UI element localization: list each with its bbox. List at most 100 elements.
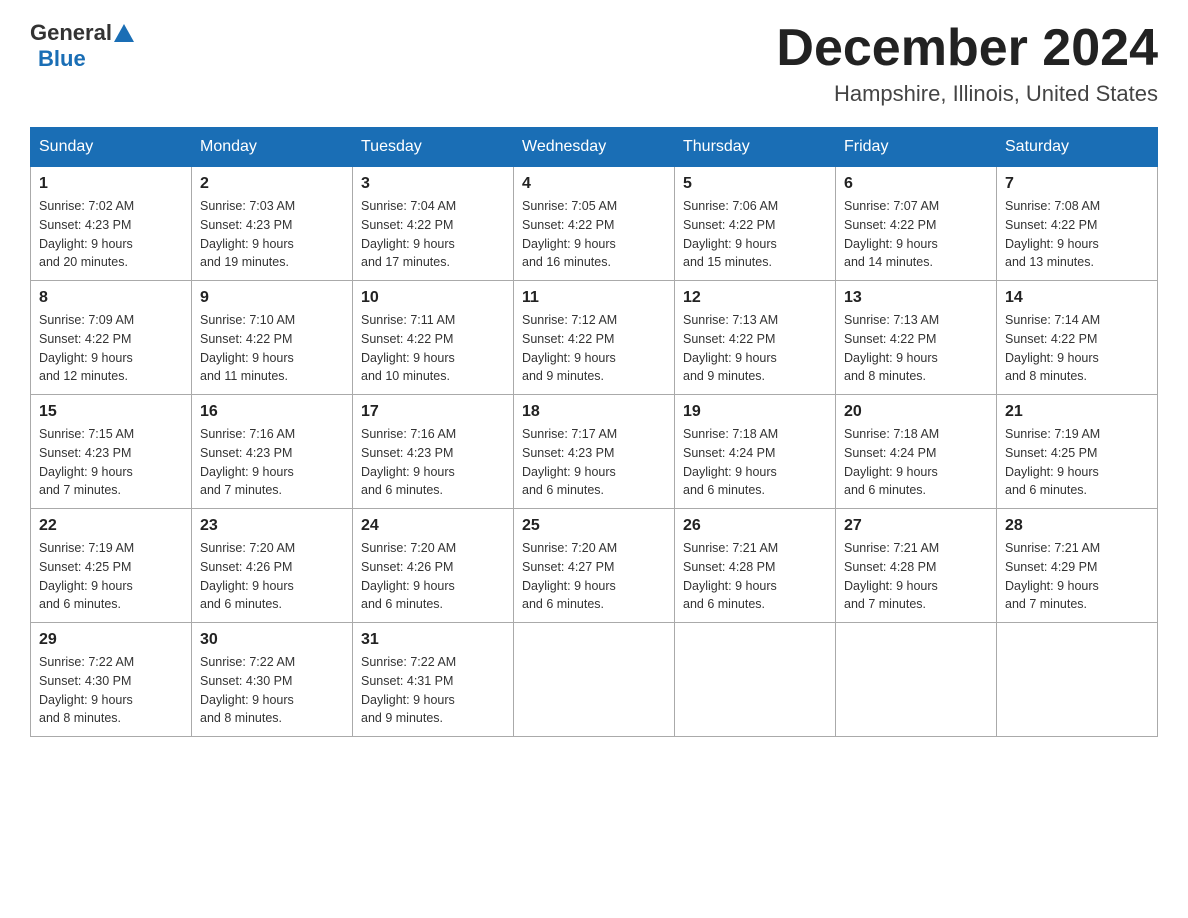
day-number: 6 [844, 175, 988, 193]
day-info: Sunrise: 7:05 AMSunset: 4:22 PMDaylight:… [522, 199, 617, 269]
day-info: Sunrise: 7:22 AMSunset: 4:31 PMDaylight:… [361, 655, 456, 725]
table-row: 27 Sunrise: 7:21 AMSunset: 4:28 PMDaylig… [836, 509, 997, 623]
table-row [514, 623, 675, 737]
calendar-week-row: 29 Sunrise: 7:22 AMSunset: 4:30 PMDaylig… [31, 623, 1158, 737]
day-info: Sunrise: 7:07 AMSunset: 4:22 PMDaylight:… [844, 199, 939, 269]
day-number: 30 [200, 631, 344, 649]
day-number: 5 [683, 175, 827, 193]
day-number: 25 [522, 517, 666, 535]
day-info: Sunrise: 7:21 AMSunset: 4:29 PMDaylight:… [1005, 541, 1100, 611]
table-row: 30 Sunrise: 7:22 AMSunset: 4:30 PMDaylig… [192, 623, 353, 737]
calendar-week-row: 22 Sunrise: 7:19 AMSunset: 4:25 PMDaylig… [31, 509, 1158, 623]
table-row: 1 Sunrise: 7:02 AMSunset: 4:23 PMDayligh… [31, 167, 192, 281]
table-row: 26 Sunrise: 7:21 AMSunset: 4:28 PMDaylig… [675, 509, 836, 623]
day-number: 28 [1005, 517, 1149, 535]
day-info: Sunrise: 7:12 AMSunset: 4:22 PMDaylight:… [522, 313, 617, 383]
col-friday: Friday [836, 128, 997, 167]
table-row: 11 Sunrise: 7:12 AMSunset: 4:22 PMDaylig… [514, 281, 675, 395]
table-row: 2 Sunrise: 7:03 AMSunset: 4:23 PMDayligh… [192, 167, 353, 281]
day-number: 2 [200, 175, 344, 193]
table-row: 31 Sunrise: 7:22 AMSunset: 4:31 PMDaylig… [353, 623, 514, 737]
table-row: 25 Sunrise: 7:20 AMSunset: 4:27 PMDaylig… [514, 509, 675, 623]
table-row: 7 Sunrise: 7:08 AMSunset: 4:22 PMDayligh… [997, 167, 1158, 281]
table-row: 15 Sunrise: 7:15 AMSunset: 4:23 PMDaylig… [31, 395, 192, 509]
table-row: 20 Sunrise: 7:18 AMSunset: 4:24 PMDaylig… [836, 395, 997, 509]
col-monday: Monday [192, 128, 353, 167]
day-info: Sunrise: 7:09 AMSunset: 4:22 PMDaylight:… [39, 313, 134, 383]
location: Hampshire, Illinois, United States [776, 81, 1158, 107]
table-row: 12 Sunrise: 7:13 AMSunset: 4:22 PMDaylig… [675, 281, 836, 395]
table-row: 22 Sunrise: 7:19 AMSunset: 4:25 PMDaylig… [31, 509, 192, 623]
calendar-week-row: 15 Sunrise: 7:15 AMSunset: 4:23 PMDaylig… [31, 395, 1158, 509]
table-row: 8 Sunrise: 7:09 AMSunset: 4:22 PMDayligh… [31, 281, 192, 395]
table-row [675, 623, 836, 737]
month-title: December 2024 [776, 20, 1158, 77]
day-info: Sunrise: 7:18 AMSunset: 4:24 PMDaylight:… [844, 427, 939, 497]
day-number: 7 [1005, 175, 1149, 193]
day-info: Sunrise: 7:06 AMSunset: 4:22 PMDaylight:… [683, 199, 778, 269]
table-row: 28 Sunrise: 7:21 AMSunset: 4:29 PMDaylig… [997, 509, 1158, 623]
day-number: 3 [361, 175, 505, 193]
day-number: 12 [683, 289, 827, 307]
day-info: Sunrise: 7:21 AMSunset: 4:28 PMDaylight:… [844, 541, 939, 611]
day-number: 8 [39, 289, 183, 307]
table-row: 17 Sunrise: 7:16 AMSunset: 4:23 PMDaylig… [353, 395, 514, 509]
table-row: 6 Sunrise: 7:07 AMSunset: 4:22 PMDayligh… [836, 167, 997, 281]
table-row: 3 Sunrise: 7:04 AMSunset: 4:22 PMDayligh… [353, 167, 514, 281]
day-info: Sunrise: 7:20 AMSunset: 4:26 PMDaylight:… [361, 541, 456, 611]
col-sunday: Sunday [31, 128, 192, 167]
day-info: Sunrise: 7:02 AMSunset: 4:23 PMDaylight:… [39, 199, 134, 269]
page-header: General Blue December 2024 Hampshire, Il… [30, 20, 1158, 107]
day-number: 4 [522, 175, 666, 193]
table-row: 10 Sunrise: 7:11 AMSunset: 4:22 PMDaylig… [353, 281, 514, 395]
day-info: Sunrise: 7:04 AMSunset: 4:22 PMDaylight:… [361, 199, 456, 269]
day-info: Sunrise: 7:19 AMSunset: 4:25 PMDaylight:… [39, 541, 134, 611]
table-row: 19 Sunrise: 7:18 AMSunset: 4:24 PMDaylig… [675, 395, 836, 509]
day-info: Sunrise: 7:11 AMSunset: 4:22 PMDaylight:… [361, 313, 455, 383]
table-row: 29 Sunrise: 7:22 AMSunset: 4:30 PMDaylig… [31, 623, 192, 737]
day-number: 24 [361, 517, 505, 535]
day-info: Sunrise: 7:03 AMSunset: 4:23 PMDaylight:… [200, 199, 295, 269]
day-info: Sunrise: 7:21 AMSunset: 4:28 PMDaylight:… [683, 541, 778, 611]
table-row: 23 Sunrise: 7:20 AMSunset: 4:26 PMDaylig… [192, 509, 353, 623]
day-number: 21 [1005, 403, 1149, 421]
title-section: December 2024 Hampshire, Illinois, Unite… [776, 20, 1158, 107]
table-row: 4 Sunrise: 7:05 AMSunset: 4:22 PMDayligh… [514, 167, 675, 281]
day-number: 15 [39, 403, 183, 421]
table-row: 9 Sunrise: 7:10 AMSunset: 4:22 PMDayligh… [192, 281, 353, 395]
table-row: 14 Sunrise: 7:14 AMSunset: 4:22 PMDaylig… [997, 281, 1158, 395]
day-info: Sunrise: 7:08 AMSunset: 4:22 PMDaylight:… [1005, 199, 1100, 269]
col-saturday: Saturday [997, 128, 1158, 167]
day-info: Sunrise: 7:16 AMSunset: 4:23 PMDaylight:… [361, 427, 456, 497]
day-number: 22 [39, 517, 183, 535]
logo: General Blue [30, 20, 136, 72]
day-number: 20 [844, 403, 988, 421]
day-number: 11 [522, 289, 666, 307]
day-number: 19 [683, 403, 827, 421]
day-number: 31 [361, 631, 505, 649]
col-thursday: Thursday [675, 128, 836, 167]
day-info: Sunrise: 7:18 AMSunset: 4:24 PMDaylight:… [683, 427, 778, 497]
day-info: Sunrise: 7:16 AMSunset: 4:23 PMDaylight:… [200, 427, 295, 497]
day-info: Sunrise: 7:10 AMSunset: 4:22 PMDaylight:… [200, 313, 295, 383]
day-info: Sunrise: 7:19 AMSunset: 4:25 PMDaylight:… [1005, 427, 1100, 497]
logo-general: General [30, 20, 112, 46]
day-number: 29 [39, 631, 183, 649]
day-info: Sunrise: 7:13 AMSunset: 4:22 PMDaylight:… [844, 313, 939, 383]
day-info: Sunrise: 7:17 AMSunset: 4:23 PMDaylight:… [522, 427, 617, 497]
table-row: 24 Sunrise: 7:20 AMSunset: 4:26 PMDaylig… [353, 509, 514, 623]
calendar-header-row: Sunday Monday Tuesday Wednesday Thursday… [31, 128, 1158, 167]
day-number: 10 [361, 289, 505, 307]
day-number: 26 [683, 517, 827, 535]
day-info: Sunrise: 7:13 AMSunset: 4:22 PMDaylight:… [683, 313, 778, 383]
day-info: Sunrise: 7:22 AMSunset: 4:30 PMDaylight:… [200, 655, 295, 725]
day-number: 9 [200, 289, 344, 307]
day-info: Sunrise: 7:15 AMSunset: 4:23 PMDaylight:… [39, 427, 134, 497]
day-number: 1 [39, 175, 183, 193]
day-number: 18 [522, 403, 666, 421]
day-number: 23 [200, 517, 344, 535]
calendar-week-row: 1 Sunrise: 7:02 AMSunset: 4:23 PMDayligh… [31, 167, 1158, 281]
logo-blue: Blue [38, 46, 86, 71]
table-row: 13 Sunrise: 7:13 AMSunset: 4:22 PMDaylig… [836, 281, 997, 395]
table-row: 21 Sunrise: 7:19 AMSunset: 4:25 PMDaylig… [997, 395, 1158, 509]
